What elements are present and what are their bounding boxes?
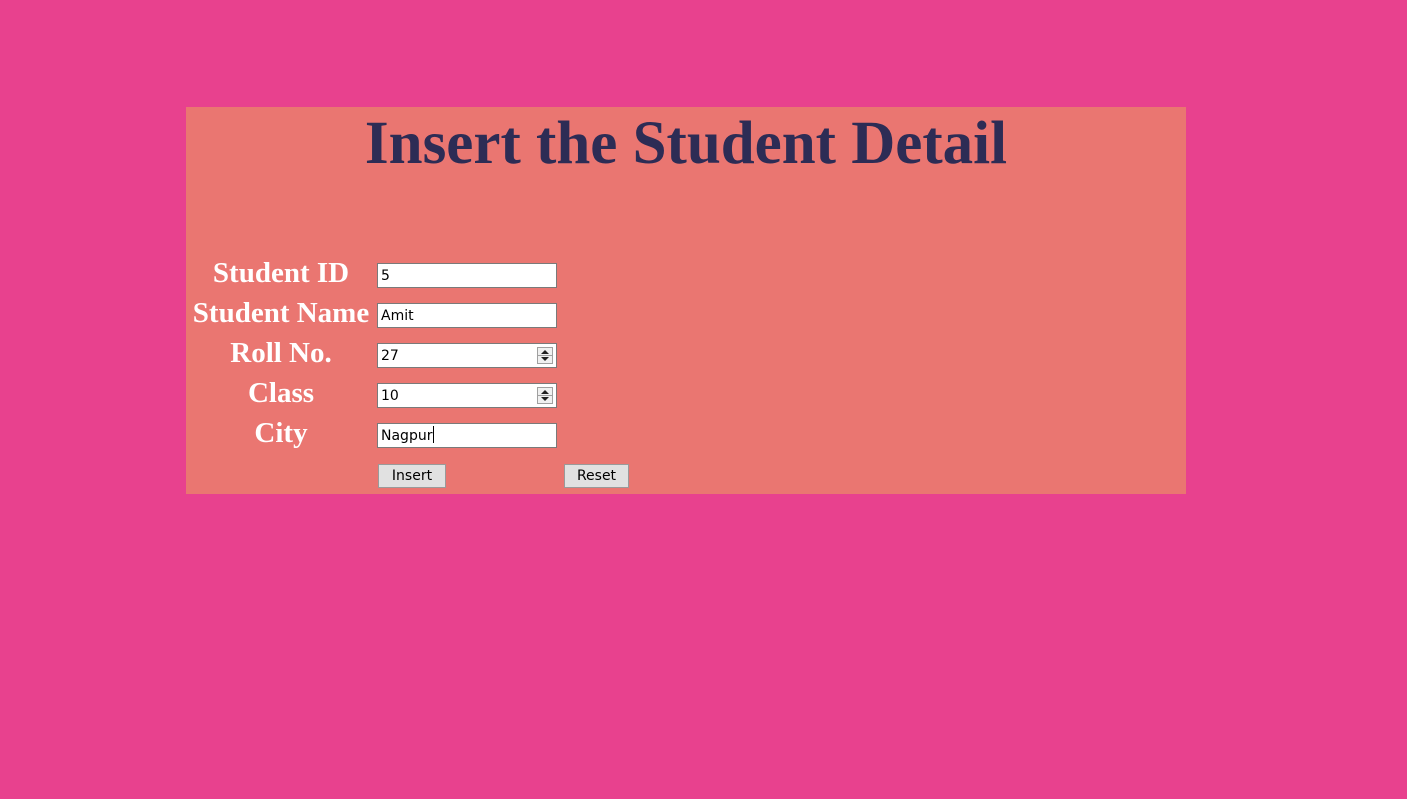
spinner-divider bbox=[538, 355, 552, 356]
student-id-label: Student ID bbox=[212, 257, 350, 289]
student-name-label: Student Name bbox=[192, 297, 370, 329]
student-id-input[interactable]: 5 bbox=[377, 263, 557, 288]
page-title: Insert the Student Detail bbox=[364, 110, 1008, 177]
roll-no-spinner[interactable] bbox=[537, 347, 553, 364]
student-name-input[interactable]: Amit bbox=[377, 303, 557, 328]
class-input[interactable]: 10 bbox=[377, 383, 557, 408]
roll-no-label: Roll No. bbox=[230, 337, 332, 369]
city-input[interactable]: Nagpur bbox=[377, 423, 557, 448]
spin-up-icon[interactable] bbox=[541, 350, 549, 354]
spin-down-icon[interactable] bbox=[541, 357, 549, 361]
city-value: Nagpur bbox=[381, 428, 433, 444]
roll-no-value: 27 bbox=[381, 348, 399, 364]
student-name-value: Amit bbox=[381, 308, 414, 324]
spin-down-icon[interactable] bbox=[541, 397, 549, 401]
roll-no-input[interactable]: 27 bbox=[377, 343, 557, 368]
reset-button[interactable]: Reset bbox=[564, 464, 629, 488]
insert-button[interactable]: Insert bbox=[378, 464, 446, 488]
city-value-wrap: Nagpur bbox=[381, 425, 435, 448]
city-label: City bbox=[254, 417, 308, 449]
class-value: 10 bbox=[381, 388, 399, 404]
form-panel: Insert the Student Detail Student ID 5 S… bbox=[186, 107, 1186, 494]
text-cursor bbox=[433, 426, 435, 443]
class-spinner[interactable] bbox=[537, 387, 553, 404]
spinner-divider bbox=[538, 395, 552, 396]
class-label: Class bbox=[247, 377, 315, 409]
spin-up-icon[interactable] bbox=[541, 390, 549, 394]
student-id-value: 5 bbox=[381, 268, 390, 284]
